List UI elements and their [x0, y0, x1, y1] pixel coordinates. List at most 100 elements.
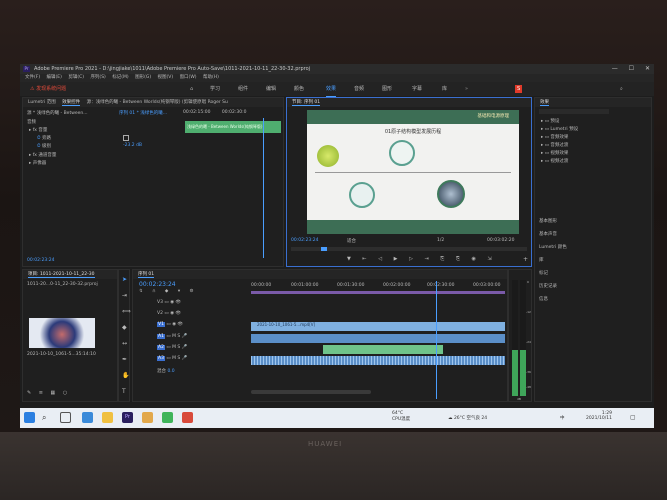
source-dropdown[interactable]: 源 * 浅绿色的曦 - Between... [27, 110, 88, 116]
track-header-a2[interactable]: A2 ▭ M S 🎤 [157, 345, 187, 350]
keyframe-toggle-icon[interactable]: ⏱ [37, 144, 41, 149]
work-area-bar[interactable] [251, 291, 505, 294]
workspace-color[interactable]: 颜色 [294, 82, 304, 96]
panner-row[interactable]: ▸ 声像器 [29, 160, 46, 166]
quality-dropdown[interactable]: 1/2 [437, 238, 444, 243]
add-button-icon[interactable]: + [523, 256, 528, 263]
maximize-icon[interactable]: ☐ [629, 65, 634, 72]
menu-file[interactable]: 文件(F) [25, 75, 40, 80]
menu-clip[interactable]: 剪辑(C) [68, 75, 84, 80]
track-header-v1[interactable]: V1 ▭ ◉ 👁 [157, 322, 183, 327]
stopwatch-icon[interactable]: ⏱ [37, 136, 41, 141]
more-workspaces-icon[interactable]: » [465, 82, 468, 96]
app-icon-2[interactable] [182, 412, 193, 423]
ec-timecode[interactable]: 00:02:23:24 [27, 258, 54, 263]
workspace-audio[interactable]: 音频 [354, 82, 364, 96]
minimize-icon[interactable]: — [612, 65, 618, 72]
effects-item-audio-effects[interactable]: ▸ ▭ 音频效果 [541, 134, 568, 140]
mix-value[interactable]: 0.0 [167, 369, 174, 374]
effects-item-lumetri-presets[interactable]: ▸ ▭ Lumetri 预设 [541, 126, 578, 132]
program-timecode[interactable]: 00:02:23:24 [291, 238, 318, 243]
ime-lang[interactable]: 中 [560, 415, 565, 421]
ec-audio-clip[interactable]: 浅绿色的曦 - Between Worlds(纯钢琴版) [185, 121, 281, 133]
track-select-icon[interactable]: ⇥ [122, 292, 127, 299]
program-scrubber[interactable] [291, 247, 527, 251]
track-header-v2[interactable]: V2 ▭ ◉ 👁 [157, 311, 181, 316]
workspace-assembly[interactable]: 组件 [238, 82, 248, 96]
tab-sequence[interactable]: 序列 01 [138, 272, 155, 278]
section-lumetri-color[interactable]: Lumetri 颜色 [539, 244, 567, 250]
track-header-a1[interactable]: A1 ▭ M S 🎤 [157, 334, 187, 339]
channel-volume-row[interactable]: ▸ fx 通道音量 [29, 152, 56, 158]
section-info[interactable]: 信息 [539, 296, 548, 302]
premiere-taskbar-icon[interactable]: Pr [122, 412, 133, 423]
menu-window[interactable]: 窗口(W) [180, 75, 197, 80]
menu-sequence[interactable]: 序列(S) [90, 75, 105, 80]
sequence-dropdown[interactable]: 序列 01 * 浅绿色的曦... [119, 110, 167, 116]
razor-tool-icon[interactable]: ◆ [122, 324, 127, 331]
weather[interactable]: ☁ 26°C 空气良 24 [448, 415, 487, 421]
transport-controls[interactable]: ▼ ⇤ ◁ ▶ ▷ ⇥ ⎘ ⎘ ◉ ⇲ [347, 256, 497, 262]
menu-graphics[interactable]: 图形(G) [135, 75, 151, 80]
app-icon-1[interactable] [142, 412, 153, 423]
timeline-toolbar[interactable]: ↯ ∩ ◆ ▾ ⚙ [139, 289, 198, 294]
tab-project[interactable]: 项目: 1011-2021-10-11_22-30 [28, 272, 95, 278]
a1-clip[interactable] [251, 334, 505, 343]
menu-marker[interactable]: 标记(M) [112, 75, 128, 80]
workspace-edit[interactable]: 编辑 [266, 82, 276, 96]
menu-edit[interactable]: 编辑(E) [47, 75, 62, 80]
timeline-playhead[interactable] [436, 281, 437, 399]
section-history[interactable]: 历史记录 [539, 283, 557, 289]
track-header-a3[interactable]: A3 ▭ M S 🎤 [157, 356, 187, 361]
workspace-effects[interactable]: 效果 [326, 82, 337, 97]
section-essential-graphics[interactable]: 基本图形 [539, 218, 557, 224]
track-header-v3[interactable]: V3 ▭ ◉ 👁 [157, 300, 181, 305]
edge-icon[interactable] [82, 412, 93, 423]
v1-clip[interactable]: 2021-10-10_1061-5...mp4[V] [251, 322, 505, 331]
ripple-edit-icon[interactable]: ⟺ [122, 308, 131, 315]
slip-tool-icon[interactable]: ↔ [122, 340, 127, 347]
clip-name[interactable]: 2021-10-10_1061-5...35:14:10 [27, 352, 96, 357]
menu-view[interactable]: 视图(V) [158, 75, 174, 80]
hand-tool-icon[interactable]: ✋ [122, 372, 129, 379]
type-tool-icon[interactable]: T [122, 388, 126, 395]
clip-thumbnail[interactable] [29, 318, 95, 348]
pen-tool-icon[interactable]: ✒ [122, 356, 127, 363]
wechat-icon[interactable] [162, 412, 173, 423]
clock[interactable]: 1:29 2021/10/11 [586, 411, 612, 421]
workspace-libraries[interactable]: 库 [442, 82, 447, 96]
bypass-checkbox[interactable] [123, 135, 129, 141]
tab-source[interactable]: 源：浅绿色的曦 - Between Worlds(纯钢琴版) (剪辑使原唱 Ro… [87, 100, 228, 105]
timeline-timecode[interactable]: 00:02:23:24 [139, 281, 176, 288]
effects-item-audio-transitions[interactable]: ▸ ▭ 音频过渡 [541, 142, 568, 148]
task-view-icon[interactable] [60, 412, 71, 423]
fit-dropdown[interactable]: 适合 [347, 238, 356, 244]
home-icon[interactable]: ⌂ [190, 82, 193, 96]
level-value[interactable]: -23.2 dB [123, 143, 142, 148]
workspace-graphics[interactable]: 图形 [382, 82, 392, 96]
close-icon[interactable]: ✕ [645, 65, 650, 72]
tab-effect-controls[interactable]: 效果控件 [62, 100, 81, 106]
selection-tool-icon[interactable]: ➤ [122, 276, 127, 283]
section-libraries[interactable]: 库 [539, 257, 544, 263]
tab-effects[interactable]: 效果 [540, 100, 549, 106]
ime-icon[interactable]: S [515, 85, 523, 93]
effects-item-presets[interactable]: ▸ ▭ 预设 [541, 118, 559, 124]
effects-search-input[interactable] [539, 109, 609, 114]
volume-effect[interactable]: ▸ fx 音量 [29, 127, 47, 133]
start-icon[interactable] [24, 412, 35, 423]
workspace-captions[interactable]: 字幕 [412, 82, 422, 96]
tab-lumetri-scopes[interactable]: Lumetri 范围 [28, 100, 56, 105]
effects-item-video-transitions[interactable]: ▸ ▭ 视频过渡 [541, 158, 568, 164]
scrubber-handle[interactable] [321, 247, 327, 251]
a2-clip[interactable] [323, 345, 443, 354]
system-warning[interactable]: ⚠ 发现系统问题 [30, 82, 66, 96]
tab-program[interactable]: 节目: 序列 01 [292, 100, 321, 106]
section-essential-sound[interactable]: 基本声音 [539, 231, 557, 237]
ec-playhead[interactable] [263, 118, 264, 258]
project-toolbar[interactable]: ✎ ≡ ▦ ○ [27, 390, 70, 396]
timeline-scrollbar[interactable] [251, 390, 371, 394]
search-taskbar-icon[interactable]: ⌕ [42, 412, 53, 423]
file-explorer-icon[interactable] [102, 412, 113, 423]
workspace-learn[interactable]: 学习 [210, 82, 220, 96]
